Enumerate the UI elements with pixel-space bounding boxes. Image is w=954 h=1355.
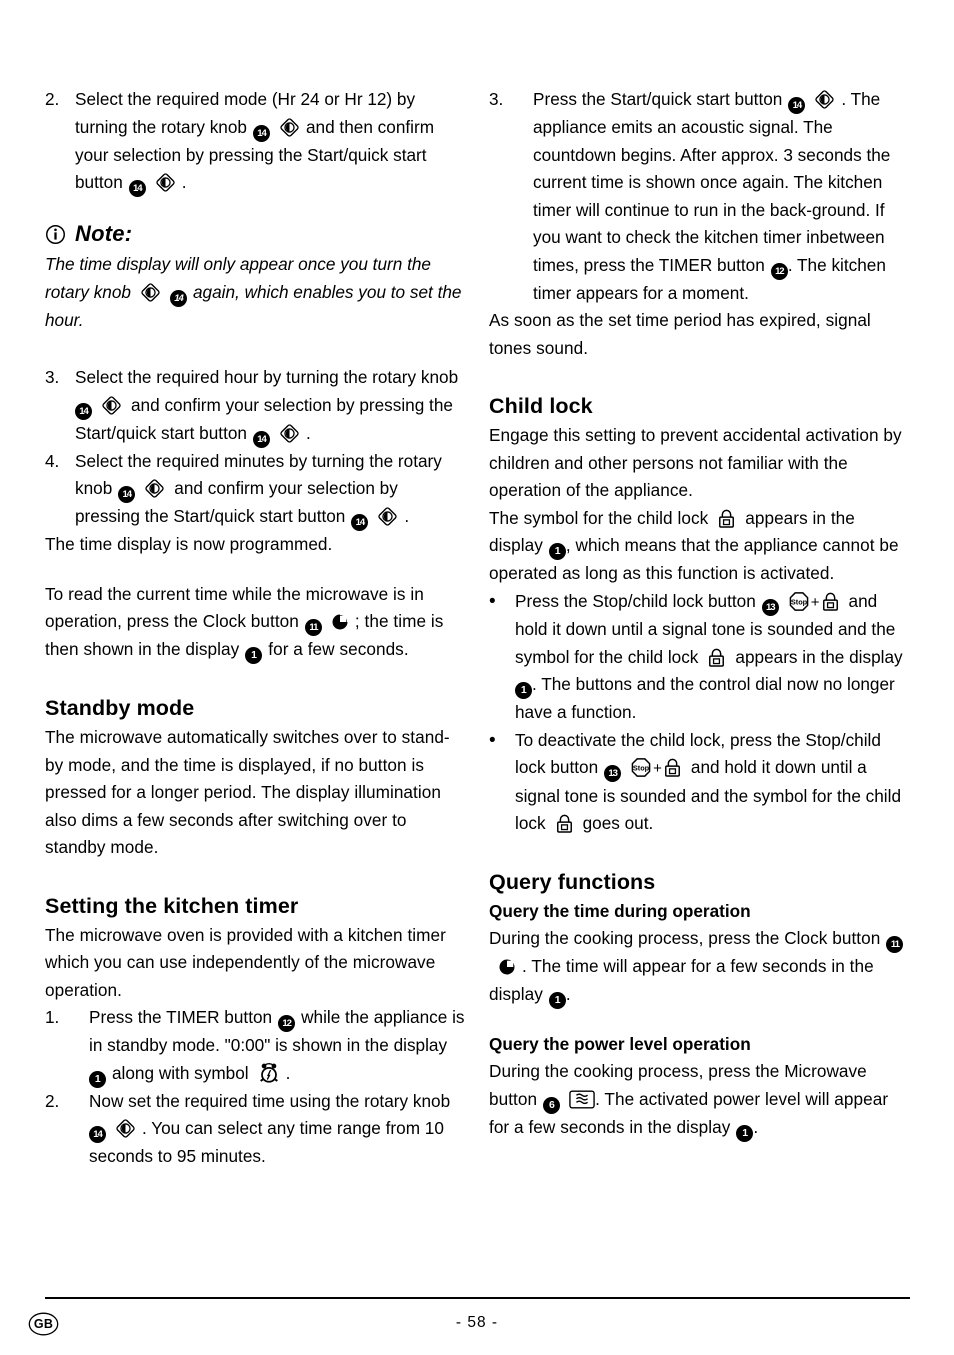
rotary-knob-icon <box>279 117 300 138</box>
padlock-icon <box>821 591 840 612</box>
badge-14: 14 <box>89 1126 106 1143</box>
badge-13: 13 <box>761 598 779 616</box>
list-item-text: Press the Stop/child lock button 13 Stop + a… <box>515 590 903 722</box>
list-item: • Press the Stop/child lock button 13 Stop… <box>489 588 909 727</box>
child-lock-intro: Engage this setting to prevent accidenta… <box>489 425 902 500</box>
badge-14: 14 <box>75 402 92 420</box>
padlock-icon <box>717 508 736 529</box>
rotary-knob-icon <box>377 506 398 527</box>
list-marker: 2. <box>45 89 60 109</box>
list-item: 2. Select the required mode (Hr 24 or Hr… <box>45 86 465 197</box>
badge-1: 1 <box>548 991 566 1009</box>
list-item-text: Press the Start/quick start button 14. Th… <box>533 89 891 303</box>
svg-text:Stop: Stop <box>633 763 650 772</box>
plus-sign: + <box>810 593 820 611</box>
badge-14: 14 <box>128 180 146 197</box>
note-body: The time display will only appear once y… <box>45 254 462 330</box>
badge-14: 14 <box>252 430 270 448</box>
badge-14: 14 <box>788 97 806 114</box>
list-item-text: To deactivate the child lock, press the … <box>515 729 902 834</box>
badge-14: 14 <box>118 486 136 503</box>
badge-1: 1 <box>736 1124 754 1142</box>
badge-1: 1 <box>89 1070 106 1088</box>
page-number: - 58 - <box>455 1314 499 1331</box>
list-marker: • <box>489 729 496 751</box>
list-item: 4. Select the required minutes by turnin… <box>45 448 465 531</box>
badge-11: 11 <box>304 619 322 636</box>
list-item: 1. Press the TIMER button 12 while the app… <box>45 1004 465 1088</box>
footer-divider <box>45 1297 910 1299</box>
rotary-knob-icon <box>144 478 165 499</box>
read-current-time-paragraph: To read the current time while the micro… <box>45 581 465 664</box>
svg-text:Stop: Stop <box>791 597 808 606</box>
list-item-text: Select the required minutes by turning t… <box>75 451 442 531</box>
kitchen-timer-heading: Setting the kitchen timer <box>45 893 299 918</box>
list-item: 3. Press the Start/quick start button 14.… <box>489 86 909 307</box>
query-power-subheading: Query the power level operation <box>489 1033 751 1054</box>
list-marker: 3. <box>489 89 504 109</box>
query-power-body: During the cooking process, press the Mi… <box>489 1058 909 1142</box>
kitchen-timer-intro: The microwave oven is provided with a ki… <box>45 924 446 1000</box>
list-marker: 4. <box>45 450 60 471</box>
note-block: Note: The time display will only appear … <box>45 219 465 334</box>
query-time-subheading: Query the time during operation <box>489 900 751 921</box>
timer-expired-paragraph: As soon as the set time period has expir… <box>489 310 871 358</box>
badge-14: 14 <box>252 124 270 142</box>
info-circle-icon <box>45 224 66 245</box>
standby-mode-heading: Standby mode <box>45 696 195 720</box>
alarm-clock-icon <box>258 1062 280 1084</box>
stop-octagon-icon: Stop <box>630 757 652 778</box>
clock-icon <box>331 612 349 630</box>
clock-icon <box>498 957 516 975</box>
badge-12: 12 <box>278 1015 296 1032</box>
list-item: 2. Now set the required time using the r… <box>45 1088 465 1171</box>
badge-1: 1 <box>245 647 263 664</box>
microwave-waves-icon <box>569 1089 595 1109</box>
badge-12: 12 <box>770 262 788 280</box>
query-functions-heading: Query functions <box>489 869 656 894</box>
two-column-body: 2. Select the required mode (Hr 24 or Hr… <box>45 86 910 1171</box>
rotary-knob-icon <box>155 172 176 193</box>
time-programmed-line: The time display is now programmed. <box>45 534 333 554</box>
rotary-knob-icon <box>101 395 122 416</box>
badge-11: 11 <box>886 936 904 953</box>
badge-6: 6 <box>543 1096 561 1114</box>
rotary-knob-icon <box>140 282 161 303</box>
badge-14: 14 <box>169 289 187 307</box>
list-item-text: Select the required hour by turning the … <box>75 367 464 448</box>
note-header: Note: <box>45 219 465 249</box>
rotary-knob-icon <box>279 423 300 444</box>
child-lock-symbol-paragraph: The symbol for the child lock appears in … <box>489 507 899 584</box>
badge-1: 1 <box>548 543 566 560</box>
plus-sign: + <box>653 760 662 777</box>
list-marker: • <box>489 590 496 612</box>
standby-mode-body: The microwave automatically switches ove… <box>45 727 450 857</box>
padlock-icon <box>555 813 574 834</box>
stop-octagon-icon: Stop <box>788 591 810 612</box>
badge-14: 14 <box>351 514 369 531</box>
padlock-icon <box>707 647 726 668</box>
badge-13: 13 <box>604 765 622 782</box>
badge-1: 1 <box>515 682 532 699</box>
padlock-icon <box>663 757 682 778</box>
left-column: 2. Select the required mode (Hr 24 or Hr… <box>45 86 465 1171</box>
list-item-text: Select the required mode (Hr 24 or Hr 12… <box>75 89 434 197</box>
list-item-text: Press the TIMER button 12 while the applia… <box>89 1007 465 1088</box>
list-marker: 3. <box>45 367 60 387</box>
list-item: • To deactivate the child lock, press th… <box>489 727 909 838</box>
child-lock-heading: Child lock <box>489 394 593 418</box>
manual-page: 2. Select the required mode (Hr 24 or Hr… <box>0 0 954 1355</box>
rotary-knob-icon <box>115 1118 136 1139</box>
query-time-body: During the cooking process, press the Cl… <box>489 925 909 1009</box>
right-column: 3. Press the Start/quick start button 14.… <box>489 86 909 1171</box>
list-marker: 2. <box>45 1090 60 1111</box>
list-item: 3. Select the required hour by turning t… <box>45 364 465 448</box>
list-marker: 1. <box>45 1007 60 1027</box>
list-item-text: Now set the required time using the rota… <box>89 1090 451 1166</box>
rotary-knob-icon <box>814 89 835 110</box>
note-title: Note: <box>75 221 133 246</box>
